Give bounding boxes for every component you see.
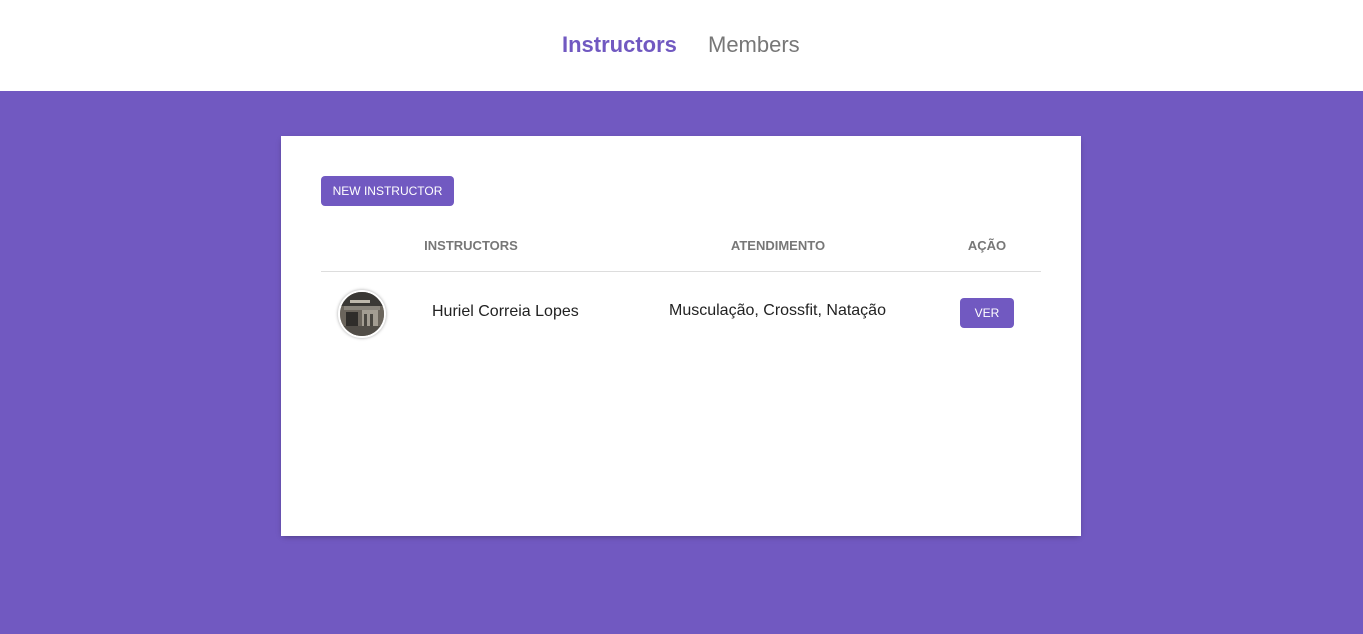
column-header-acao: AÇÃO <box>967 238 1007 253</box>
top-header: Instructors Members <box>0 0 1363 91</box>
view-instructor-button[interactable]: VER <box>960 298 1014 328</box>
instructor-services: Musculação, Crossfit, Natação <box>669 302 886 319</box>
column-header-instructors: INSTRUCTORS <box>424 238 518 253</box>
nav-link-instructors[interactable]: Instructors <box>562 31 677 59</box>
avatar <box>338 290 386 338</box>
column-header-atendimento: ATENDIMENTO <box>730 238 826 253</box>
nav-link-members[interactable]: Members <box>708 31 800 59</box>
table-header-divider <box>321 271 1041 272</box>
instructor-name: Huriel Correia Lopes <box>432 303 579 320</box>
instructors-card: NEW INSTRUCTOR INSTRUCTORS ATENDIMENTO A… <box>281 136 1081 536</box>
new-instructor-button[interactable]: NEW INSTRUCTOR <box>321 176 454 206</box>
